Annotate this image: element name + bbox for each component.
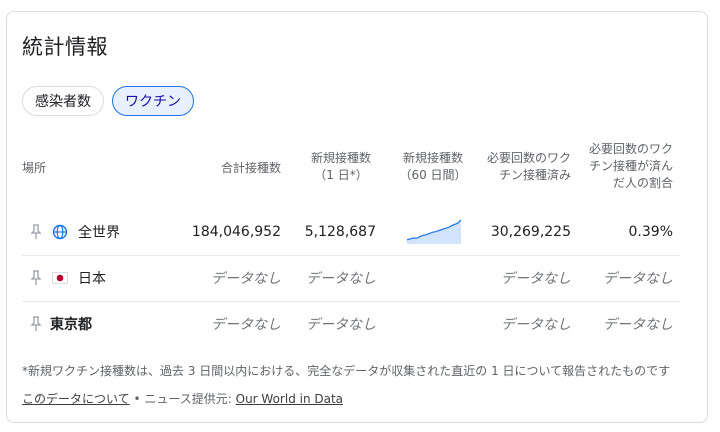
header-percent: 必要回数のワク チン接種が済ん だ人の割合: [577, 141, 673, 192]
percent-value: データなし: [603, 317, 673, 333]
header-pct-line3: だ人の割合: [612, 176, 673, 190]
header-new-60-line2: （60 日間）: [399, 168, 467, 182]
chip-vaccine[interactable]: ワクチン: [112, 86, 194, 116]
total-value: データなし: [211, 271, 281, 287]
header-pct-line1: 必要回数のワク: [588, 142, 673, 156]
fully-vaccinated-value: 30,269,225: [490, 224, 571, 240]
chip-cases[interactable]: 感染者数: [22, 86, 104, 116]
footer-separator: • ニュース提供元:: [129, 392, 236, 406]
footnote: *新規ワクチン接種数は、過去 3 日間以内における、完全なデータが収集された直近…: [22, 364, 671, 378]
header-new-daily-line2: （1 日*）: [314, 168, 368, 182]
stats-card: 統計情報 感染者数 ワクチン 場所 合計接種数 新規接種数 （1 日*） 新規接…: [6, 11, 708, 423]
percent-value: 0.39%: [628, 224, 673, 240]
card-title: 統計情報: [22, 35, 108, 59]
pin-icon[interactable]: [30, 270, 42, 286]
header-new-60-line1: 新規接種数: [402, 151, 463, 165]
total-value: データなし: [211, 317, 281, 333]
header-new-daily: 新規接種数 （1 日*）: [301, 150, 381, 184]
pin-icon[interactable]: [30, 316, 42, 332]
location-name: 全世界: [78, 225, 120, 241]
location-name: 日本: [78, 271, 106, 287]
new-daily-value: データなし: [306, 271, 376, 287]
header-pct-line2: チン接種が済ん: [588, 159, 673, 173]
header-fully-vaccinated: 必要回数のワク チン接種済み: [473, 150, 571, 184]
table-row[interactable]: 全世界 184,046,952 5,128,687 30,269,225 0.3…: [22, 209, 680, 256]
japan-flag-icon: [52, 272, 68, 284]
new-daily-value: 5,128,687: [304, 224, 376, 240]
total-value: 184,046,952: [191, 224, 281, 240]
header-new-60: 新規接種数 （60 日間）: [391, 150, 475, 184]
globe-icon: [52, 224, 68, 240]
location-name: 東京都: [50, 317, 92, 333]
percent-value: データなし: [603, 271, 673, 287]
header-fully-line2: チン接種済み: [498, 168, 571, 182]
source-link[interactable]: Our World in Data: [236, 392, 343, 406]
footer: このデータについて • ニュース提供元: Our World in Data: [22, 390, 343, 407]
sparkline-chart: [407, 219, 461, 244]
fully-vaccinated-value: データなし: [501, 271, 571, 287]
metric-chips: 感染者数 ワクチン: [22, 86, 194, 116]
header-total: 合計接種数: [220, 161, 281, 175]
header-new-daily-line1: 新規接種数: [310, 151, 371, 165]
table-row[interactable]: 東京都 データなし データなし データなし データなし: [22, 301, 680, 347]
pin-icon[interactable]: [30, 224, 42, 240]
table-row[interactable]: 日本 データなし データなし データなし データなし: [22, 255, 680, 302]
header-fully-line1: 必要回数のワク: [486, 151, 571, 165]
about-data-link[interactable]: このデータについて: [22, 392, 130, 406]
header-location: 場所: [22, 161, 47, 175]
fully-vaccinated-value: データなし: [501, 317, 571, 333]
new-daily-value: データなし: [306, 317, 376, 333]
